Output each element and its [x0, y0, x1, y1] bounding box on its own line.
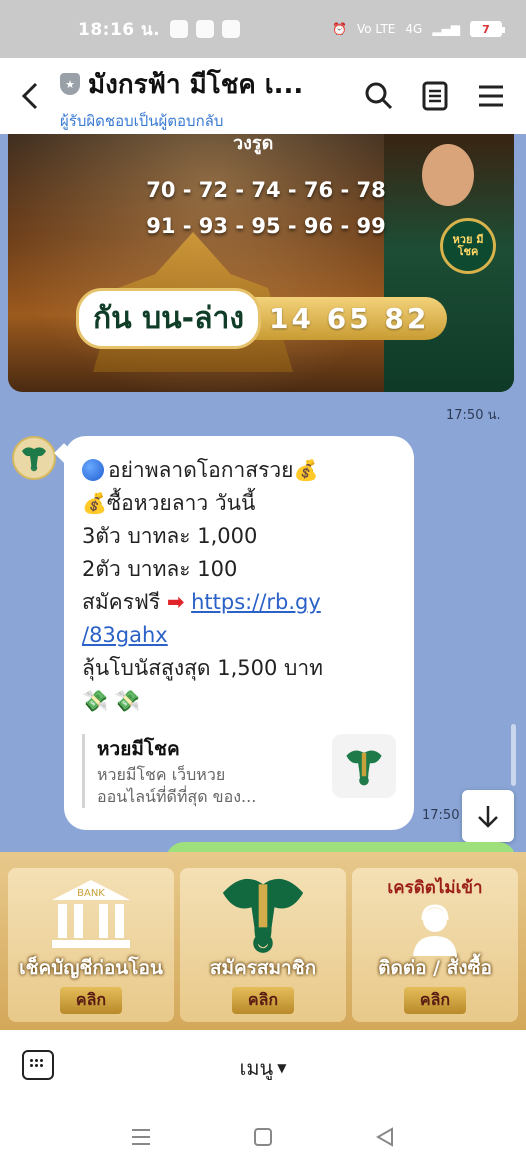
rich-menu: BANK เช็คบัญชีก่อนโอน คลิก สมัครสมาชิก ค…	[0, 852, 526, 1030]
promo-image-message[interactable]: หวย มีโชค วงรูด 70 - 72 - 74 - 76 - 78 9…	[8, 134, 514, 392]
message-timestamp: 17:50 น.	[446, 408, 501, 423]
banner-top-text: วงรูด	[233, 134, 274, 154]
android-nav-bar	[0, 1104, 526, 1169]
caret-down-icon: ▼	[277, 1061, 287, 1075]
chat-title: มังกรฟ้า มีโชค เ...	[88, 69, 304, 100]
volte-indicator: Vo LTE	[356, 22, 396, 36]
red-arrow-icon: ➡	[166, 590, 185, 614]
banner-pill: กัน บน-ล่าง 14 65 82	[76, 288, 448, 349]
elephant-logo-icon	[222, 878, 304, 953]
back-triangle-icon	[375, 1126, 393, 1147]
elephant-logo-icon	[22, 447, 46, 472]
search-icon	[365, 82, 393, 110]
money-bag-icon: 💰	[293, 458, 319, 482]
link-preview-thumbnail	[332, 734, 396, 798]
message-line-7: ลุ้นโบนัสสูงสุด 1,500 บาท	[82, 656, 323, 680]
huay-badge: หวย มีโชค	[440, 218, 496, 274]
message-timestamp-2: 17:50	[422, 808, 460, 823]
menu-button[interactable]	[474, 79, 508, 113]
rich-menu-label: เช็คบัญชีก่อนโอน	[19, 957, 163, 979]
scroll-to-bottom-button[interactable]	[462, 790, 514, 842]
weather-notification-icon	[222, 20, 241, 38]
chat-header: ★ มังกรฟ้า มีโชค เ... ผู้รับผิดชอบเป็นผู…	[0, 58, 526, 134]
network-indicator: 4G	[405, 22, 423, 36]
back-arrow-icon	[21, 82, 38, 110]
rich-menu-contact[interactable]: เครดิตไม่เข้า ติดต่อ / สั่งซื้อ คลิก	[352, 868, 518, 1022]
home-icon	[254, 1127, 272, 1146]
tiktok-notification-icon	[196, 20, 215, 38]
message-line-3: 3ตัว บาทละ 1,000	[82, 524, 258, 548]
rich-menu-toggle[interactable]: เมนู ▼	[0, 1052, 526, 1084]
link-preview[interactable]: หวยมีโชค หวยมีโชค เว็บหวย ออนไลน์ที่ดีที…	[82, 734, 396, 808]
bank-icon: BANK	[52, 880, 130, 948]
rich-menu-check-account[interactable]: BANK เช็คบัญชีก่อนโอน คลิก	[8, 868, 174, 1022]
battery-level: 7	[482, 22, 490, 36]
chat-title-area[interactable]: ★ มังกรฟ้า มีโชค เ... ผู้รับผิดชอบเป็นผู…	[60, 60, 362, 133]
official-shield-icon: ★	[60, 73, 80, 95]
search-button[interactable]	[362, 79, 396, 113]
home-button[interactable]	[248, 1122, 278, 1152]
money-bag-icon: 💰	[82, 491, 107, 515]
bottom-bar: เมนู ▼	[0, 1030, 526, 1104]
rich-menu-label: สมัครสมาชิก	[209, 957, 317, 979]
battery-icon: 7	[470, 21, 505, 37]
outgoing-message-peek	[166, 842, 516, 852]
chat-area[interactable]: หวย มีโชค วงรูด 70 - 72 - 74 - 76 - 78 9…	[0, 134, 526, 852]
chat-scrollbar[interactable]	[511, 724, 516, 786]
message-line-4: 2ตัว บาทละ 100	[82, 557, 238, 581]
signal-icon: ▂▄▆	[432, 22, 460, 36]
banner-numbers-row-2: 91 - 93 - 95 - 96 - 99	[146, 214, 386, 238]
status-time: 18:16 น.	[78, 19, 161, 40]
back-nav-button[interactable]	[370, 1122, 400, 1152]
svg-text:BANK: BANK	[77, 888, 105, 899]
recent-apps-button[interactable]	[126, 1122, 156, 1152]
hamburger-icon	[479, 85, 503, 107]
chat-subtitle: ผู้รับผิดชอบเป็นผู้ตอบกลับ	[60, 111, 224, 130]
back-button[interactable]	[0, 58, 60, 134]
recent-apps-icon	[132, 1128, 150, 1145]
blue-circle-icon	[82, 459, 104, 481]
rich-menu-click-button[interactable]: คลิก	[59, 987, 123, 1014]
message-line-2: ซื้อหวยลาว วันนี้	[106, 491, 256, 515]
rich-menu-top-text: เครดิตไม่เข้า	[387, 878, 483, 898]
message-line-5: สมัครฟรี	[82, 590, 161, 614]
notes-icon	[422, 81, 448, 111]
alarm-icon: ⏰	[332, 22, 347, 36]
banner-numbers-row-1: 70 - 72 - 74 - 76 - 78	[146, 178, 386, 202]
sender-avatar[interactable]	[12, 436, 56, 480]
support-agent-icon	[413, 904, 457, 956]
banner-pill-value: 14 65 82	[249, 297, 448, 340]
menu-label: เมนู	[239, 1056, 274, 1080]
status-bar: 18:16 น. ⏰ Vo LTE 4G ▂▄▆ 7	[0, 0, 526, 58]
text-message-bubble[interactable]: อย่าพลาดโอกาสรวย💰 💰ซื้อหวยลาว วันนี้ 3ตั…	[64, 436, 414, 830]
register-link-continued[interactable]: /83gahx	[82, 623, 168, 647]
register-link[interactable]: https://rb.gy	[191, 590, 321, 614]
rich-menu-click-button[interactable]: คลิก	[403, 987, 467, 1014]
banner-pill-label: กัน บน-ล่าง	[76, 288, 261, 349]
money-wings-icon: 💸💸	[82, 689, 147, 713]
notes-button[interactable]	[418, 79, 452, 113]
message-line-1: อย่าพลาดโอกาสรวย	[108, 458, 294, 482]
rich-menu-click-button[interactable]: คลิก	[231, 987, 295, 1014]
elephant-logo-icon	[346, 750, 382, 786]
arrow-down-icon	[478, 806, 498, 828]
rich-menu-register[interactable]: สมัครสมาชิก คลิก	[180, 868, 346, 1022]
line-notification-icon	[170, 20, 189, 38]
